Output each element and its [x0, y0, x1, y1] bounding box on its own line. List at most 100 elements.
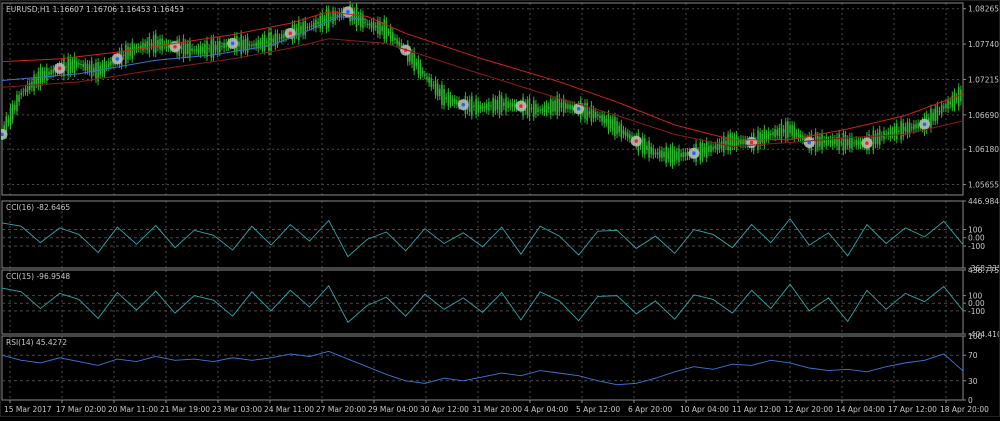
candle [214, 44, 217, 51]
candle [588, 111, 591, 114]
candle [490, 105, 492, 107]
candle [556, 95, 559, 116]
candle [225, 42, 228, 48]
candle [180, 46, 183, 50]
candle [105, 65, 108, 67]
candle [646, 145, 648, 151]
candle [131, 42, 134, 59]
panel-cci15[interactable]: 436.77541000.00-100-404.4105CCI(15) -96.… [1, 266, 1000, 339]
candle [611, 118, 614, 132]
candle [614, 116, 616, 136]
candle [381, 25, 383, 32]
signal-marker-dot [922, 122, 927, 127]
candle [624, 131, 627, 136]
candle [35, 77, 37, 84]
candle [784, 121, 787, 139]
candle [652, 148, 655, 156]
signal-marker-dot [692, 151, 696, 156]
candle [673, 150, 676, 162]
trading-chart-window[interactable]: 1.087901.082651.077401.072151.066901.061… [0, 0, 1000, 417]
candle [372, 21, 375, 31]
y-tick-label: -100 [968, 242, 985, 251]
candle [73, 56, 76, 73]
candle [419, 63, 422, 76]
candle [680, 153, 682, 157]
candle [223, 42, 225, 49]
candle [678, 148, 680, 163]
candle [539, 109, 541, 111]
candle [778, 128, 781, 136]
candle [310, 24, 313, 27]
candle [483, 106, 486, 109]
candle [330, 16, 332, 19]
candle [182, 38, 185, 59]
candle [603, 115, 606, 124]
candle [22, 91, 25, 93]
x-tick-label: 12 Apr 20:00 [784, 405, 833, 414]
candle [436, 83, 439, 97]
candle [52, 69, 55, 74]
candle [930, 108, 932, 129]
candle [564, 103, 567, 109]
candle [248, 44, 251, 46]
candle [473, 105, 475, 107]
candle [154, 33, 157, 54]
panel-rsi14[interactable]: 100 70 30 0 RSI(14) 45.4272 [1, 332, 983, 405]
candle [537, 107, 539, 113]
candle [789, 124, 791, 133]
candle [468, 99, 471, 112]
candle [545, 104, 548, 113]
candle [795, 132, 798, 135]
candle [853, 142, 855, 144]
candle [599, 115, 601, 119]
candle [148, 36, 151, 54]
candle [496, 100, 499, 110]
y-tick-label: 1.07740 [968, 40, 999, 49]
candle [770, 133, 772, 136]
candle [682, 152, 685, 158]
candle [492, 98, 494, 114]
y-tick-label: 30 [968, 377, 978, 386]
candle [387, 32, 390, 34]
candle [913, 124, 915, 130]
candle [295, 27, 298, 35]
signal-marker-dot [346, 9, 350, 14]
candle [33, 74, 35, 91]
candle [424, 74, 426, 76]
candle [569, 104, 571, 110]
candle [125, 44, 127, 64]
candle [714, 145, 717, 149]
candle [942, 106, 945, 109]
x-tick-label: 11 Apr 12:00 [732, 405, 781, 414]
candle [208, 48, 210, 50]
x-tick-label: 4 Apr 04:00 [524, 405, 568, 414]
candle [304, 20, 307, 36]
candle [302, 22, 304, 36]
candle [816, 135, 819, 148]
candle [471, 96, 473, 116]
candle [823, 139, 825, 143]
candle [936, 105, 939, 121]
candle [129, 47, 131, 57]
y-tick-label: 1.05655 [968, 181, 999, 190]
candle [898, 130, 900, 132]
candle [629, 134, 631, 139]
candle [530, 107, 533, 109]
panel-price[interactable]: 1.087901.082651.077401.072151.066901.061… [0, 0, 999, 196]
candle [857, 140, 860, 145]
candle [366, 23, 368, 25]
x-tick-label: 21 Mar 19:00 [160, 405, 210, 414]
candle [855, 140, 858, 146]
panel-title: CCI(16) -82.6465 [6, 203, 70, 212]
candle [957, 87, 960, 107]
candle [48, 71, 50, 75]
candle [82, 63, 84, 67]
candle [686, 151, 689, 157]
candle [14, 104, 16, 111]
candle [159, 38, 161, 50]
candle [263, 34, 266, 51]
candle [385, 21, 388, 39]
y-tick-label: 446.9842 [968, 197, 1000, 206]
panel-cci16[interactable]: 446.98421000.00-100-368.3355CCI(16) -82.… [1, 197, 1000, 273]
chart-svg[interactable]: 1.087901.082651.077401.072151.066901.061… [0, 0, 1000, 417]
